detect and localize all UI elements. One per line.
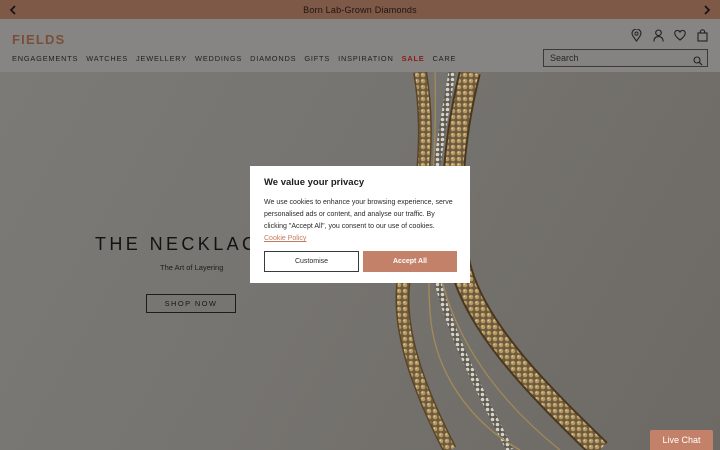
modal-body: We use cookies to enhance your browsing …: [264, 197, 456, 245]
shopping-bag-icon[interactable]: [696, 28, 708, 42]
customise-button[interactable]: Customise: [264, 251, 359, 272]
logo[interactable]: FIELDS: [12, 32, 65, 47]
cookie-consent-modal: We value your privacy We use cookies to …: [250, 166, 470, 283]
announcement-text[interactable]: Born Lab-Grown Diamonds: [303, 5, 417, 15]
main-nav: ENGAGEMENTS WATCHES JEWELLERY WEDDINGS D…: [12, 54, 456, 63]
nav-item-diamonds[interactable]: DIAMONDS: [250, 54, 296, 63]
search-box: [543, 49, 708, 67]
wishlist-heart-icon[interactable]: [674, 28, 686, 42]
nav-item-inspiration[interactable]: INSPIRATION: [338, 54, 393, 63]
live-chat-button[interactable]: Live Chat: [650, 430, 713, 450]
nav-item-gifts[interactable]: GIFTS: [304, 54, 330, 63]
nav-item-weddings[interactable]: WEDDINGS: [195, 54, 242, 63]
modal-buttons: Customise Accept All: [264, 251, 457, 272]
nav-item-watches[interactable]: WATCHES: [86, 54, 128, 63]
cookie-policy-link[interactable]: Cookie Policy: [264, 235, 306, 242]
hero-subtitle: The Art of Layering: [160, 263, 224, 272]
header-icons: [630, 28, 708, 42]
account-icon[interactable]: [652, 28, 664, 42]
nav-item-jewellery[interactable]: JEWELLERY: [136, 54, 187, 63]
modal-body-text: We use cookies to enhance your browsing …: [264, 199, 453, 230]
site-header: FIELDS ENGAGEMENTS WATCHES JEWELLERY WED…: [0, 19, 720, 72]
chevron-left-icon[interactable]: [6, 2, 20, 17]
modal-title: We value your privacy: [264, 177, 365, 188]
nav-item-engagements[interactable]: ENGAGEMENTS: [12, 54, 78, 63]
shop-now-button[interactable]: SHOP NOW: [146, 294, 236, 313]
announcement-bar: Born Lab-Grown Diamonds: [0, 0, 720, 19]
accept-all-button[interactable]: Accept All: [363, 251, 457, 272]
location-pin-icon[interactable]: [630, 28, 642, 42]
nav-item-care[interactable]: CARE: [433, 54, 457, 63]
search-icon[interactable]: [693, 53, 703, 66]
chevron-right-icon[interactable]: [700, 2, 714, 17]
search-input[interactable]: [550, 53, 690, 63]
nav-item-sale[interactable]: SALE: [402, 54, 425, 63]
